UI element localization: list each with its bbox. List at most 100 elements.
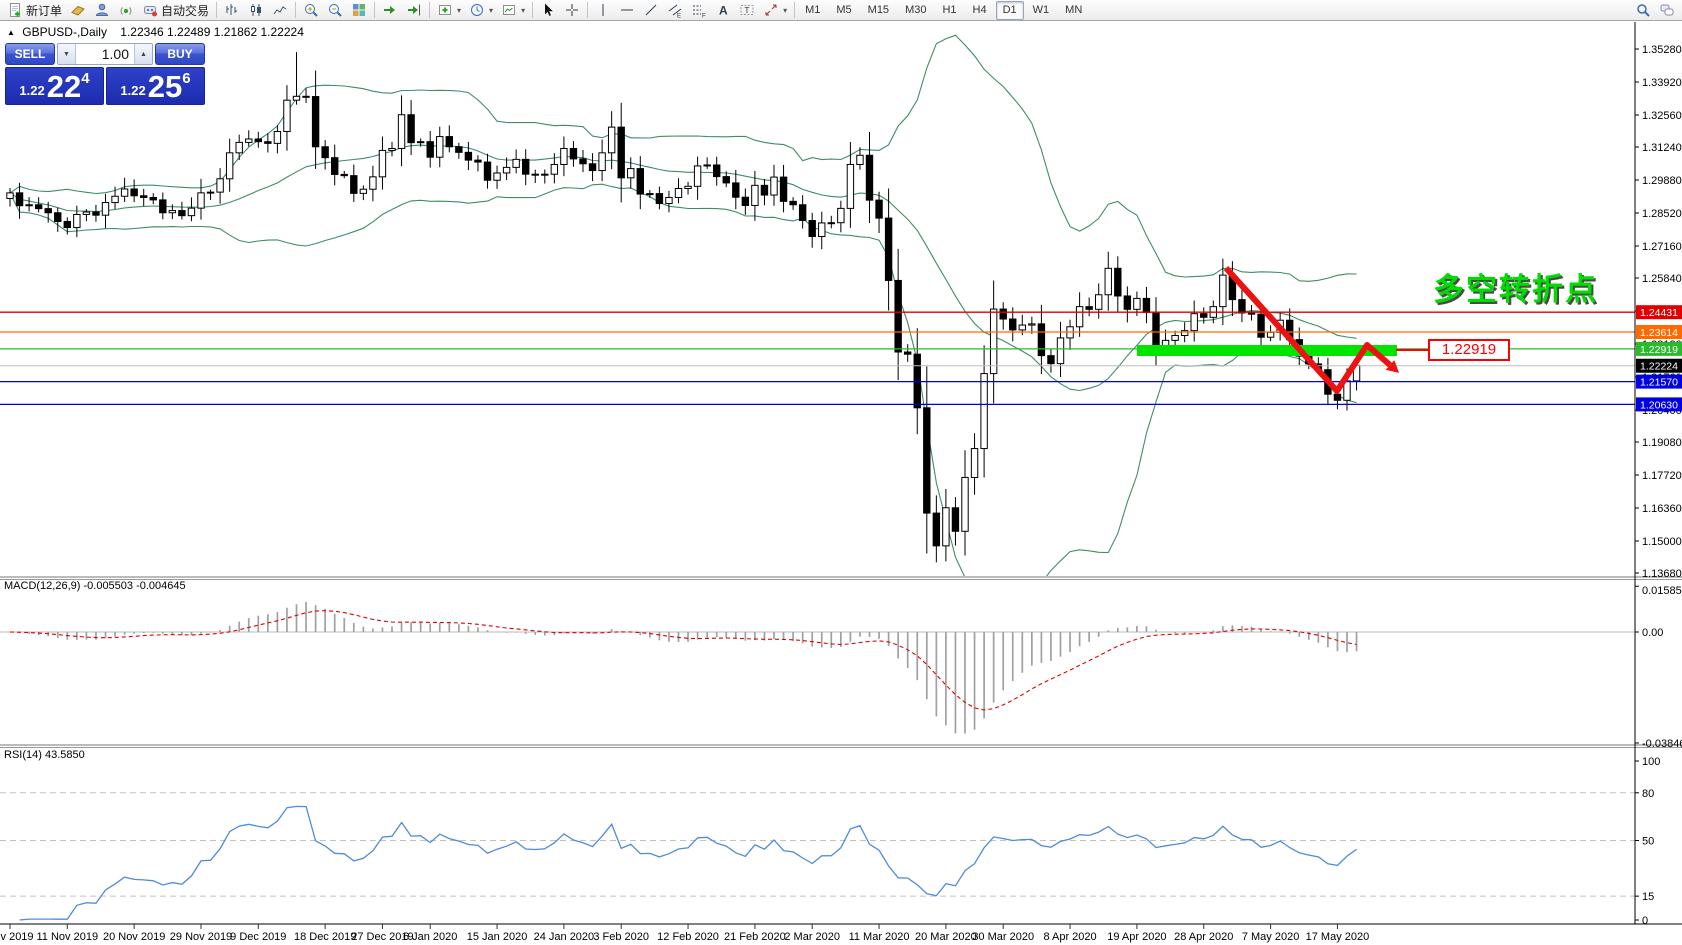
ohlc-high: 1.22489 [167,25,211,39]
support-price-tag[interactable]: 1.22919 [1428,339,1510,361]
chat-button[interactable] [1655,0,1679,21]
text-label-button[interactable]: T [735,0,759,21]
new-order-button[interactable]: 新订单 [3,0,66,21]
bar-chart-icon [226,4,238,15]
one-click-trading-panel: SELL ▼ ▲ BUY 1.22 22 4 1.22 25 6 [5,43,205,105]
y-axis-tick: 1.31240 [1642,142,1682,154]
price-level-label: 1.22919 [1636,341,1682,356]
sell-price-prefix: 1.22 [19,83,45,98]
toolbar-separator [429,2,431,18]
candlestick-chart-button[interactable] [244,0,268,21]
tile-windows-button[interactable] [347,0,371,21]
rsi-value: 43.5850 [44,749,85,761]
crosshair-icon [566,4,579,16]
line-chart-button[interactable] [268,0,292,21]
tab-timeframe-H4[interactable]: H4 [966,1,994,20]
buy-button[interactable]: BUY [155,43,205,65]
indicators-icon [439,5,452,15]
buy-price-prefix: 1.22 [120,83,146,98]
chart-shift-button[interactable] [402,0,426,21]
tab-timeframe-M15[interactable]: M15 [861,1,896,20]
sell-price-display[interactable]: 1.22 22 4 [5,67,104,105]
toolbar-separator [794,2,796,18]
search-button[interactable] [1631,0,1655,21]
metaeditor-button[interactable] [66,0,90,21]
auto-scroll-button[interactable] [378,0,402,21]
volume-decrease-button[interactable]: ▼ [58,44,76,64]
channel-button[interactable]: E [663,0,687,21]
toolbar-separator [216,2,218,18]
sell-button[interactable]: SELL [5,43,55,65]
svg-text:0: 0 [1642,915,1648,927]
indicators-button[interactable]: ▾ [433,0,465,21]
rsi-panel [0,792,1635,921]
arrows-button[interactable]: ▾ [759,0,791,21]
chart-annotations[interactable] [1137,265,1428,394]
volume-increase-button[interactable]: ▲ [134,44,152,64]
tab-timeframe-D1[interactable]: D1 [995,0,1024,20]
zoom-in-button[interactable] [299,0,323,21]
x-axis-label: 11 Mar 2020 [849,931,910,943]
tab-timeframe-M5[interactable]: M5 [829,1,858,20]
svg-text:0.015858: 0.015858 [1642,585,1682,597]
x-axis-label: 11 Nov 2019 [37,931,99,943]
price-level-label: 1.23614 [1636,325,1682,340]
volume-input[interactable] [76,44,134,64]
buy-price-display[interactable]: 1.22 25 6 [106,67,205,105]
bar-chart-button[interactable] [220,0,244,21]
toolbar: 新订单 自动交易 ▾ ▾ ▾ E F A T ▾ M1 M5 M15 M30 H… [0,0,1682,21]
market-button[interactable] [90,0,114,21]
clock-icon [471,4,484,16]
x-axis-label: 21 Feb 2020 [724,931,786,943]
chart-canvas[interactable]: 1.35280 1.33920 1.32560 1.31240 1.29880 1.285… [0,0,1682,945]
metaeditor-icon [71,5,85,16]
tab-timeframe-M1[interactable]: M1 [798,1,827,20]
buy-price-big: 25 [147,69,183,105]
collapse-triangle-icon[interactable]: ▲ [7,28,15,37]
cursor-button[interactable] [536,0,560,21]
toolbar-separator [374,2,376,18]
y-axis-tick: 1.15000 [1642,536,1682,548]
text-icon: A [719,4,728,18]
x-axis-label: 28 Apr 2020 [1174,931,1233,943]
zoom-out-button[interactable] [323,0,347,21]
tab-timeframe-W1[interactable]: W1 [1026,1,1057,20]
y-axis-tick: 1.17720 [1642,470,1682,482]
templates-button[interactable]: ▾ [497,0,529,21]
autotrading-label: 自动交易 [161,3,210,18]
turning-point-annotation[interactable]: 多空转折点 [1433,264,1598,309]
crosshair-button[interactable] [560,0,584,21]
chat-icon [1660,4,1674,16]
svg-text:1.22919: 1.22919 [1640,344,1678,356]
x-axis-label: 12 Feb 2020 [657,931,719,943]
tab-timeframe-H1[interactable]: H1 [935,1,963,20]
chart-shift-icon [408,4,421,16]
vertical-line-button[interactable] [591,0,615,21]
fibonacci-button[interactable]: F [687,0,711,21]
autotrading-button[interactable]: 自动交易 [138,0,213,21]
x-axis-label: 2 Mar 2020 [784,931,840,943]
svg-text:1.21570: 1.21570 [1640,377,1678,389]
x-axis-label: 9 Dec 2019 [230,931,286,943]
trendline-button[interactable] [639,0,663,21]
zoom-out-icon [329,4,342,17]
y-axis-tick: 1.16360 [1642,503,1682,515]
x-axis-label: 29 Nov 2019 [170,931,232,943]
text-button[interactable]: A [711,0,735,21]
y-axis-tick: 1.32560 [1642,110,1682,122]
buy-price-pip: 6 [182,70,191,87]
horizontal-line-button[interactable] [615,0,639,21]
tab-timeframe-MN[interactable]: MN [1058,1,1089,20]
svg-text:-0.038465: -0.038465 [1642,738,1682,750]
svg-text:1.20630: 1.20630 [1640,399,1678,411]
mt4-window: 新订单 自动交易 ▾ ▾ ▾ E F A T ▾ M1 M5 M15 M30 H… [0,0,1682,945]
person-icon [96,3,109,16]
svg-text:1.23614: 1.23614 [1640,327,1678,339]
periods-button[interactable]: ▾ [465,0,497,21]
tab-timeframe-M30[interactable]: M30 [898,1,933,20]
x-axis-label: 20 Mar 2020 [915,931,977,943]
x-axis-label: 15 Jan 2020 [467,931,528,943]
signals-button[interactable] [114,0,138,21]
chevron-down-icon: ▾ [521,5,526,15]
y-axis-tick: 1.13680 [1642,568,1682,580]
